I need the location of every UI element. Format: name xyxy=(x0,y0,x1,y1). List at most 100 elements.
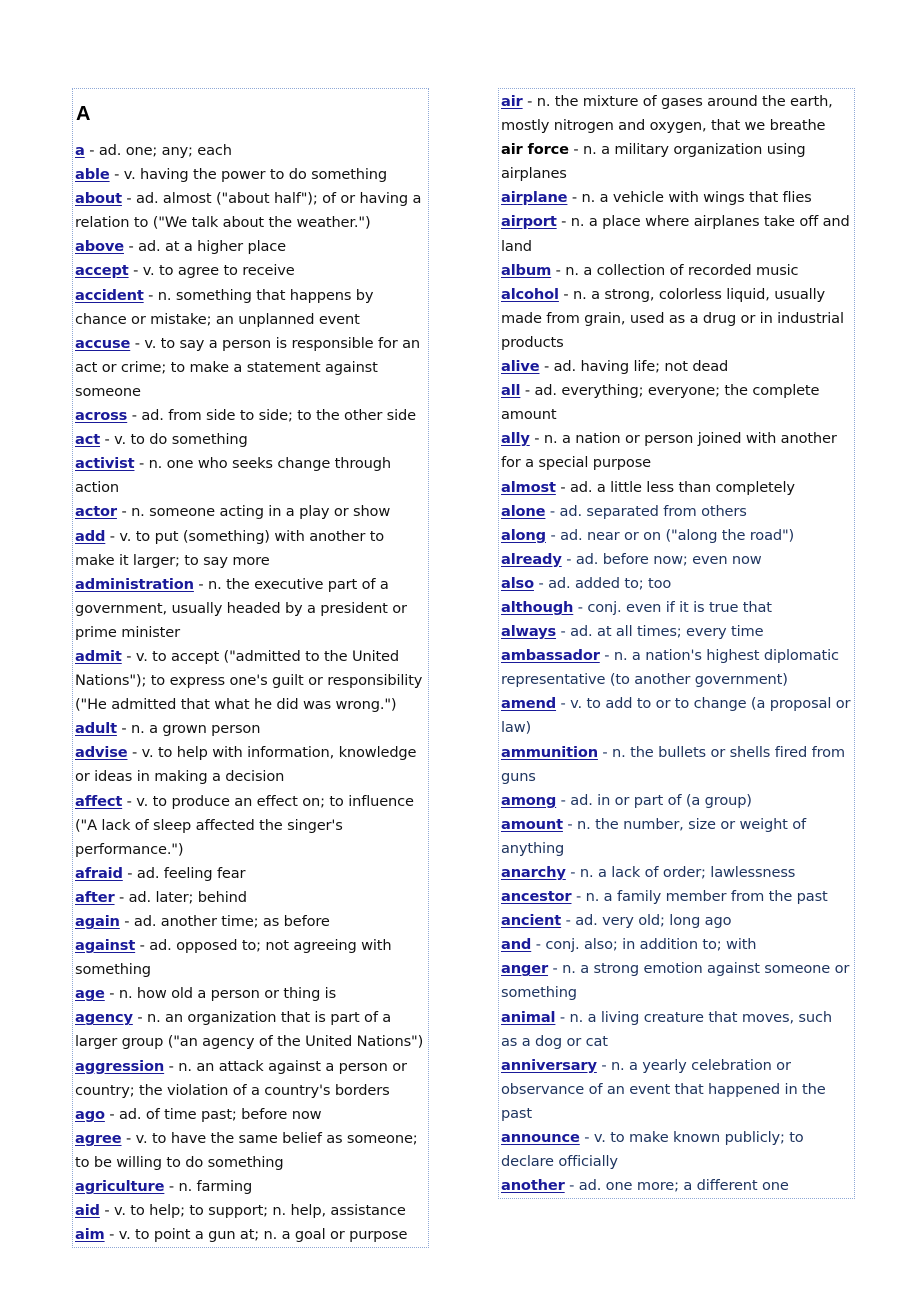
entry-word-link[interactable]: agriculture xyxy=(75,1178,165,1195)
glossary-entry: and - conj. also; in addition to; with xyxy=(501,933,852,957)
glossary-entry: always - ad. at all times; every time xyxy=(501,620,852,644)
entry-separator: - xyxy=(539,358,554,376)
entry-word-link[interactable]: accept xyxy=(75,262,129,279)
entry-word-link[interactable]: activist xyxy=(75,455,135,472)
glossary-entry: although - conj. even if it is true that xyxy=(501,596,852,620)
entry-word-link[interactable]: accuse xyxy=(75,335,130,352)
entry-word-link[interactable]: aggression xyxy=(75,1058,164,1075)
entry-word-link[interactable]: ambassador xyxy=(501,647,600,664)
entry-word-link[interactable]: already xyxy=(501,551,562,568)
entry-word-link[interactable]: amend xyxy=(501,695,556,712)
entry-word-link[interactable]: affect xyxy=(75,793,122,810)
glossary-entry: alone - ad. separated from others xyxy=(501,500,852,524)
entry-word-link[interactable]: amount xyxy=(501,816,563,833)
glossary-entry: across - ad. from side to side; to the o… xyxy=(75,404,426,428)
entry-definition: ad. added to; too xyxy=(548,574,672,592)
entry-word-link[interactable]: always xyxy=(501,623,556,640)
entry-definition: n. the mixture of gases around the earth… xyxy=(501,93,833,135)
entry-separator: - xyxy=(533,574,549,592)
glossary-entry: adult - n. a grown person xyxy=(75,717,426,741)
entry-word-link[interactable]: able xyxy=(75,166,110,183)
entry-word-link[interactable]: again xyxy=(75,913,120,930)
entry-definition: ad. in or part of (a group) xyxy=(570,791,752,809)
glossary-entry: agree - v. to have the same belief as so… xyxy=(75,1127,426,1175)
entry-word-link[interactable]: adult xyxy=(75,720,117,737)
entry-word-link[interactable]: anarchy xyxy=(501,864,566,881)
entry-word-link[interactable]: accident xyxy=(75,287,144,304)
entry-word-link[interactable]: advise xyxy=(75,744,128,761)
entry-word-link[interactable]: aid xyxy=(75,1202,100,1219)
glossary-entry: airport - n. a place where airplanes tak… xyxy=(501,210,852,258)
entry-definition: ad. having life; not dead xyxy=(553,358,729,376)
entry-word-link[interactable]: afraid xyxy=(75,865,123,882)
entry-separator: - xyxy=(556,791,571,809)
entry-definition: ad. of time past; before now xyxy=(118,1105,322,1123)
entry-word-link[interactable]: agree xyxy=(75,1130,122,1147)
entry-word-link[interactable]: actor xyxy=(75,503,117,520)
glossary-entry: amend - v. to add to or to change (a pro… xyxy=(501,692,852,740)
entry-word-link[interactable]: anger xyxy=(501,960,548,977)
entry-word-link[interactable]: above xyxy=(75,238,124,255)
entry-word-link[interactable]: all xyxy=(501,382,521,399)
entry-word-link[interactable]: announce xyxy=(501,1129,580,1146)
section-heading: A xyxy=(76,103,91,125)
entry-word-link[interactable]: ancestor xyxy=(501,888,572,905)
entry-word-link[interactable]: admit xyxy=(75,648,122,665)
entry-word-link[interactable]: and xyxy=(501,936,531,953)
entry-word-link[interactable]: ammunition xyxy=(501,744,598,761)
entry-word-link[interactable]: alone xyxy=(501,503,546,520)
entry-word-link[interactable]: also xyxy=(501,575,534,592)
entry-word-link[interactable]: anniversary xyxy=(501,1057,597,1074)
entry-word-link[interactable]: across xyxy=(75,407,127,424)
entry-separator: - xyxy=(164,1178,179,1196)
glossary-entry: ancient - ad. very old; long ago xyxy=(501,909,852,933)
entry-separator: - xyxy=(556,623,571,641)
entry-word-link[interactable]: among xyxy=(501,792,556,809)
entry-separator: - xyxy=(128,262,143,280)
entry-word-link[interactable]: airport xyxy=(501,213,557,230)
glossary-entry: ago - ad. of time past; before now xyxy=(75,1103,426,1127)
entry-word-link[interactable]: act xyxy=(75,431,100,448)
glossary-entry: accept - v. to agree to receive xyxy=(75,259,426,283)
entry-separator: - xyxy=(596,1056,611,1074)
entry-word-link[interactable]: alive xyxy=(501,358,540,375)
entry-definition: n. someone acting in a play or show xyxy=(131,503,391,521)
entry-separator: - xyxy=(116,720,132,738)
glossary-entry: above - ad. at a higher place xyxy=(75,235,426,259)
entry-definition: n. a lack of order; lawlessness xyxy=(579,864,796,881)
entry-word-link[interactable]: animal xyxy=(501,1009,556,1026)
entry-word-link[interactable]: alcohol xyxy=(501,286,559,303)
glossary-entry: against - ad. opposed to; not agreeing w… xyxy=(75,934,426,982)
entry-word-link[interactable]: after xyxy=(75,889,115,906)
entry-word-link[interactable]: although xyxy=(501,599,573,616)
entry-definition: v. to put (something) with another to ma… xyxy=(75,527,385,569)
entry-word-link[interactable]: about xyxy=(75,190,122,207)
glossary-entry: agriculture - n. farming xyxy=(75,1175,426,1199)
entry-word-link[interactable]: almost xyxy=(501,479,556,496)
entry-word-link[interactable]: administration xyxy=(75,576,194,593)
entry-word-link[interactable]: along xyxy=(501,527,546,544)
entry-word-link[interactable]: air xyxy=(501,93,523,110)
entry-word-link[interactable]: ally xyxy=(501,430,530,447)
entry-word-link[interactable]: album xyxy=(501,262,551,279)
entry-word-link[interactable]: a xyxy=(75,142,85,159)
entry-definition: ad. very old; long ago xyxy=(575,912,732,930)
entry-separator: - xyxy=(531,936,546,954)
entry-word-link[interactable]: aim xyxy=(75,1226,105,1243)
glossary-entry: accident - n. something that happens by … xyxy=(75,284,426,332)
entry-word-link[interactable]: against xyxy=(75,937,135,954)
glossary-entry: along - ad. near or on ("along the road"… xyxy=(501,524,852,548)
entry-word-link[interactable]: agency xyxy=(75,1009,133,1026)
entry-separator: - xyxy=(84,142,99,159)
entry-definition: v. to agree to receive xyxy=(142,262,295,280)
entry-separator: - xyxy=(565,864,580,881)
entry-word-link[interactable]: age xyxy=(75,985,105,1002)
entry-separator: - xyxy=(545,502,560,520)
entry-separator: - xyxy=(597,743,613,761)
entry-word-link[interactable]: airplane xyxy=(501,189,568,206)
entry-word-link[interactable]: ancient xyxy=(501,912,561,929)
entry-word-link[interactable]: another xyxy=(501,1177,565,1194)
entry-definition: conj. also; in addition to; with xyxy=(545,936,757,954)
entry-word-link[interactable]: add xyxy=(75,528,105,545)
entry-word-link[interactable]: ago xyxy=(75,1106,105,1123)
